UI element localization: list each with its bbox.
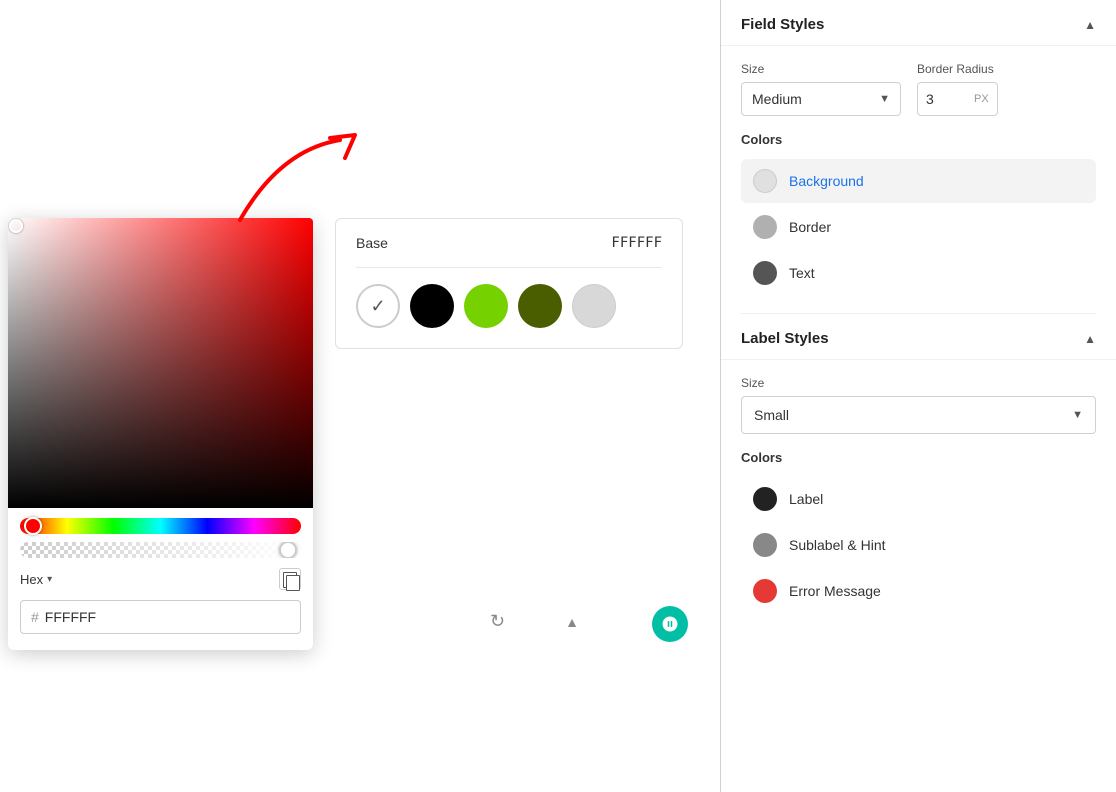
field-styles-collapse-icon[interactable]: ▲ bbox=[1084, 18, 1096, 32]
arrow-annotation bbox=[160, 130, 380, 255]
error-color-label: Error Message bbox=[789, 583, 881, 599]
label-color-label: Label bbox=[789, 491, 823, 507]
label-size-label: Size bbox=[741, 376, 1096, 390]
color-picker-popup: Hex ▾ # bbox=[8, 218, 313, 650]
swatch-darkgreen[interactable] bbox=[518, 284, 562, 328]
color-gradient-canvas[interactable] bbox=[8, 218, 313, 508]
error-swatch bbox=[753, 579, 777, 603]
swatch-check[interactable] bbox=[356, 284, 400, 328]
border-radius-unit: PX bbox=[974, 93, 989, 105]
border-radius-input[interactable] bbox=[926, 91, 966, 107]
field-colors-label: Colors bbox=[741, 132, 1096, 147]
right-panel: Field Styles ▲ Size Medium ▼ Border Radi… bbox=[721, 0, 1116, 792]
swatch-black[interactable] bbox=[410, 284, 454, 328]
presets-divider bbox=[356, 267, 662, 268]
size-select[interactable]: Medium ▼ bbox=[741, 82, 901, 116]
swatch-lime[interactable] bbox=[464, 284, 508, 328]
presets-header: Base FFFFFF bbox=[356, 235, 662, 251]
label-size-arrow: ▼ bbox=[1072, 409, 1083, 421]
size-border-row: Size Medium ▼ Border Radius PX bbox=[741, 62, 1096, 116]
field-styles-title: Field Styles bbox=[741, 16, 824, 33]
left-panel: Hex ▾ # Base FFFFFF ↻ ▲ bbox=[0, 0, 720, 792]
hue-slider[interactable] bbox=[20, 518, 301, 534]
label-size-field-group: Size Small ▼ bbox=[741, 376, 1096, 434]
rotate-icon[interactable]: ↻ bbox=[490, 611, 505, 632]
sublabel-color-label: Sublabel & Hint bbox=[789, 537, 886, 553]
hex-hash-symbol: # bbox=[31, 609, 39, 625]
label-size-select[interactable]: Small ▼ bbox=[741, 396, 1096, 434]
hex-label-text: Hex bbox=[20, 572, 43, 587]
size-field-group: Size Medium ▼ bbox=[741, 62, 901, 116]
background-label: Background bbox=[789, 173, 864, 189]
color-item-error[interactable]: Error Message bbox=[741, 569, 1096, 613]
hue-thumb[interactable] bbox=[24, 517, 42, 535]
border-radius-field-group: Border Radius PX bbox=[917, 62, 998, 116]
label-colors-label: Colors bbox=[741, 450, 1096, 465]
gradient-cursor[interactable] bbox=[9, 219, 23, 233]
color-item-background[interactable]: Background bbox=[741, 159, 1096, 203]
hex-row: Hex ▾ bbox=[8, 568, 313, 590]
arrow-up-icon[interactable]: ▲ bbox=[565, 614, 579, 630]
preset-hex-value: FFFFFF bbox=[611, 235, 662, 251]
presets-card: Base FFFFFF bbox=[335, 218, 683, 349]
color-item-text[interactable]: Text bbox=[741, 251, 1096, 295]
swatch-lightgray[interactable] bbox=[572, 284, 616, 328]
hex-dropdown-icon[interactable]: ▾ bbox=[47, 574, 52, 585]
background-swatch bbox=[753, 169, 777, 193]
text-label: Text bbox=[789, 265, 815, 281]
text-swatch bbox=[753, 261, 777, 285]
border-swatch bbox=[753, 215, 777, 239]
label-styles-body: Size Small ▼ Colors Label Sublabel & Hin… bbox=[721, 360, 1116, 631]
hex-input-wrapper: # bbox=[20, 600, 301, 634]
copy-icon[interactable] bbox=[279, 568, 301, 590]
label-styles-collapse-icon[interactable]: ▲ bbox=[1084, 332, 1096, 346]
hex-input[interactable] bbox=[45, 609, 290, 625]
alpha-slider[interactable] bbox=[20, 542, 301, 558]
field-styles-body: Size Medium ▼ Border Radius PX Colors Ba… bbox=[721, 46, 1116, 313]
label-styles-title: Label Styles bbox=[741, 330, 829, 347]
teal-circle-button[interactable] bbox=[652, 606, 688, 642]
alpha-gradient-overlay bbox=[20, 542, 301, 558]
border-radius-label: Border Radius bbox=[917, 62, 998, 76]
border-label: Border bbox=[789, 219, 831, 235]
color-item-label[interactable]: Label bbox=[741, 477, 1096, 521]
alpha-thumb[interactable] bbox=[279, 542, 297, 558]
sublabel-swatch bbox=[753, 533, 777, 557]
hex-label[interactable]: Hex ▾ bbox=[20, 572, 52, 587]
color-item-sublabel[interactable]: Sublabel & Hint bbox=[741, 523, 1096, 567]
size-label: Size bbox=[741, 62, 901, 76]
label-swatch bbox=[753, 487, 777, 511]
color-item-border[interactable]: Border bbox=[741, 205, 1096, 249]
border-radius-field: PX bbox=[917, 82, 998, 116]
label-styles-header: Label Styles ▲ bbox=[721, 314, 1116, 360]
size-select-arrow: ▼ bbox=[879, 93, 890, 105]
presets-swatches bbox=[356, 284, 662, 328]
size-value: Medium bbox=[752, 91, 802, 107]
label-size-value: Small bbox=[754, 407, 789, 423]
field-styles-header: Field Styles ▲ bbox=[721, 0, 1116, 46]
